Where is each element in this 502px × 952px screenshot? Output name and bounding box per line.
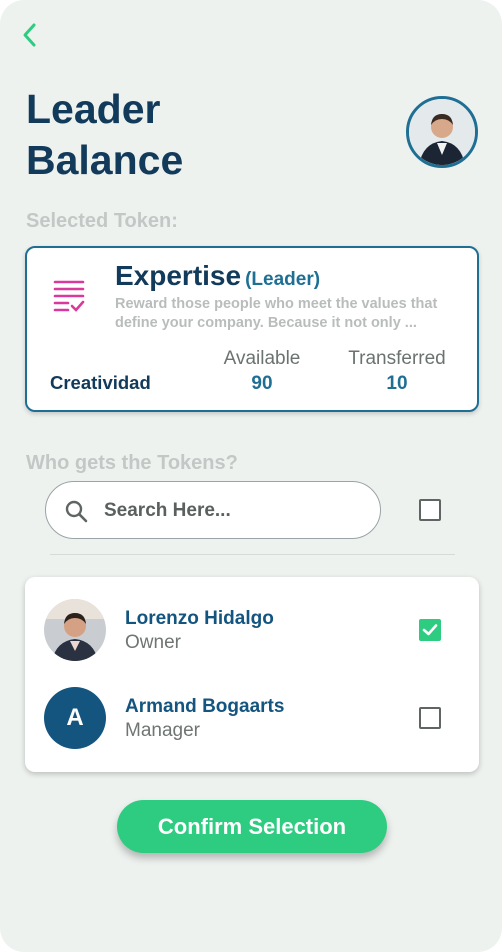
token-role: (Leader) (245, 269, 321, 290)
select-all-checkbox[interactable] (419, 499, 441, 521)
selected-token-card[interactable]: Expertise (Leader) Reward those people wh… (25, 246, 479, 412)
token-category: Creatividad (50, 372, 151, 393)
person-photo-icon (44, 599, 106, 661)
selected-token-label: Selected Token: (26, 210, 178, 232)
person-name: Armand Bogaarts (125, 696, 285, 717)
person-role: Owner (125, 632, 181, 653)
recipients-label: Who gets the Tokens? (26, 452, 238, 474)
chevron-left-icon (23, 23, 36, 47)
avatar: A (44, 687, 106, 749)
back-button[interactable] (14, 20, 44, 50)
person-checkbox[interactable] (419, 619, 441, 641)
page-title-line-2: Balance (26, 137, 184, 183)
token-description: Reward those people who meet the values … (115, 296, 438, 331)
checklist-icon (53, 278, 85, 314)
person-checkbox[interactable] (419, 707, 441, 729)
page-title-line-1: Leader (26, 86, 161, 132)
transferred-stat: Transferred 10 (343, 348, 451, 395)
confirm-selection-button[interactable]: Confirm Selection (117, 800, 387, 853)
divider (50, 554, 455, 555)
available-value: 90 (251, 373, 273, 394)
transferred-value: 10 (386, 373, 408, 394)
search-box[interactable] (45, 481, 381, 539)
person-name: Lorenzo Hidalgo (125, 608, 274, 629)
search-icon (65, 500, 88, 523)
token-name-text: Expertise (115, 260, 242, 291)
recipients-list: Lorenzo Hidalgo Owner A Armand Bogaarts … (25, 577, 479, 772)
available-stat: Available 90 (217, 348, 307, 395)
avatar (44, 599, 106, 661)
check-icon (422, 624, 438, 636)
transferred-label: Transferred (348, 348, 446, 369)
available-label: Available (223, 348, 301, 369)
phone-screen: Leader Balance Selected Token: Expertise… (0, 0, 502, 952)
user-photo-icon (409, 99, 475, 165)
page-title: Leader Balance (26, 84, 183, 186)
person-role: Manager (125, 720, 200, 741)
search-input[interactable] (102, 494, 366, 528)
token-name: Expertise (Leader) (115, 260, 320, 292)
user-avatar[interactable] (406, 96, 478, 168)
